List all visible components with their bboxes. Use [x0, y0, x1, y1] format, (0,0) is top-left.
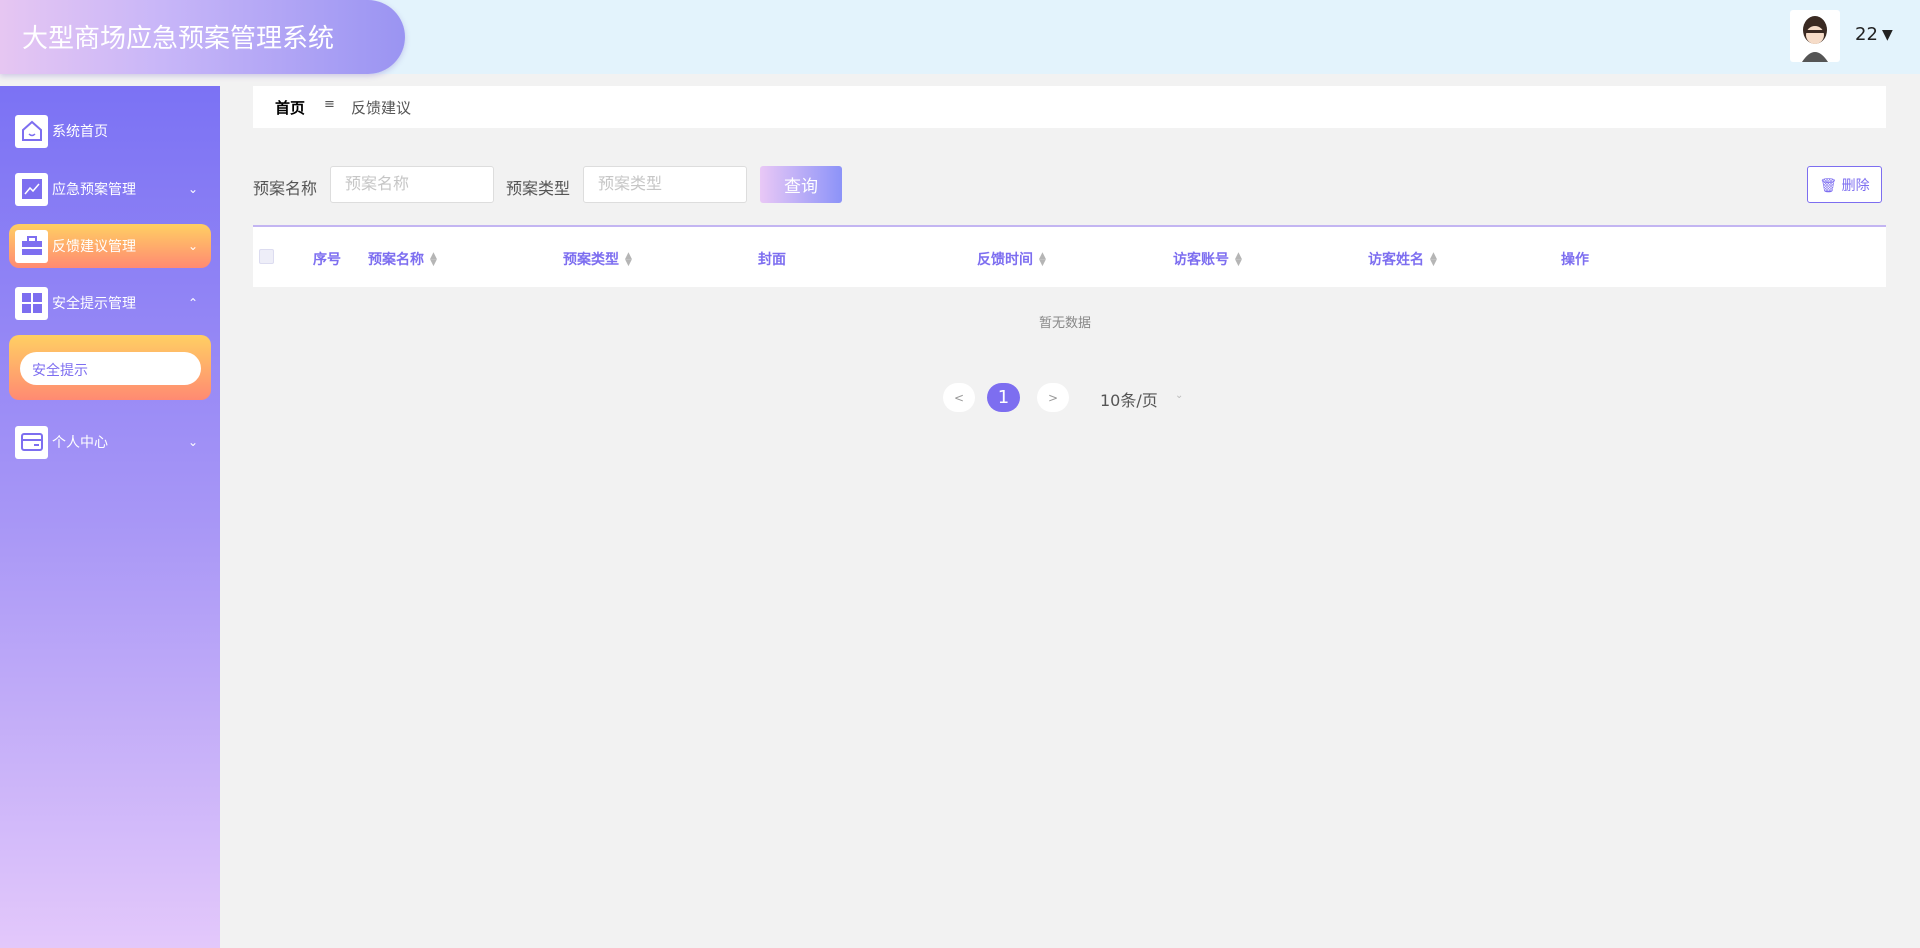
page-1-button[interactable]: 1 — [987, 383, 1020, 412]
select-all-checkbox[interactable] — [259, 249, 274, 264]
column-header-visitor-name[interactable]: 访客姓名▲▼ — [1368, 249, 1437, 269]
chart-icon — [15, 173, 48, 206]
feedback-table: 序号 预案名称▲▼ 预案类型▲▼ 封面 反馈时间▲▼ 访客账号▲▼ 访客姓名▲▼… — [253, 225, 1886, 287]
delete-button[interactable]: 🗑 删除 — [1807, 166, 1882, 203]
card-icon — [15, 426, 48, 459]
column-header-plan-type[interactable]: 预案类型▲▼ — [563, 249, 632, 269]
submenu-item-safety-tip[interactable]: 安全提示 — [20, 352, 201, 385]
sidebar-item-label: 安全提示管理 — [52, 293, 136, 313]
home-icon — [15, 115, 48, 148]
breadcrumb-separator-icon: ≡ — [324, 97, 335, 112]
plan-type-input[interactable] — [583, 166, 747, 203]
plan-name-input[interactable] — [330, 166, 494, 203]
plan-type-label: 预案类型 — [506, 175, 570, 199]
query-button[interactable]: 查询 — [760, 166, 842, 203]
column-header-cover: 封面 — [758, 249, 786, 269]
caret-down-icon[interactable]: ▼ — [1882, 27, 1893, 43]
chevron-down-icon: ⌄ — [188, 182, 198, 196]
sidebar-item-emergency-plans[interactable]: 应急预案管理 ⌄ — [0, 167, 220, 211]
sort-icon: ▲▼ — [430, 253, 437, 267]
sidebar-item-home[interactable]: 系统首页 — [0, 109, 220, 153]
sidebar-item-label: 系统首页 — [52, 121, 108, 141]
column-header-visitor-account[interactable]: 访客账号▲▼ — [1173, 249, 1242, 269]
column-header-actions: 操作 — [1561, 249, 1589, 269]
user-avatar[interactable] — [1790, 10, 1840, 62]
chevron-up-icon: ⌃ — [188, 296, 198, 310]
page-size-select[interactable]: 10条/页 — [1100, 387, 1158, 411]
app-title-banner: 大型商场应急预案管理系统 — [0, 0, 405, 74]
sidebar: 系统首页 应急预案管理 ⌄ 反馈建议管理 ⌄ 安全提示管理 ⌃ 安全提示 个人中… — [0, 86, 220, 948]
breadcrumb-current: 反馈建议 — [351, 97, 411, 118]
sidebar-item-safety-tips[interactable]: 安全提示管理 ⌃ — [0, 281, 220, 325]
empty-state-text: 暂无数据 — [1039, 312, 1091, 331]
submenu: 安全提示 — [9, 335, 211, 400]
sort-icon: ▲▼ — [625, 253, 632, 267]
grid-icon — [15, 287, 48, 320]
sidebar-item-feedback[interactable]: 反馈建议管理 ⌄ — [9, 224, 211, 268]
breadcrumb: 首页 ≡ 反馈建议 — [253, 86, 1886, 128]
plan-name-label: 预案名称 — [253, 175, 317, 199]
chevron-down-icon: ⌄ — [188, 239, 198, 253]
sidebar-item-profile[interactable]: 个人中心 ⌄ — [0, 420, 220, 464]
column-header-feedback-time[interactable]: 反馈时间▲▼ — [977, 249, 1046, 269]
next-page-button[interactable]: > — [1037, 383, 1069, 412]
chevron-down-icon[interactable]: ⌄ — [1175, 390, 1183, 401]
column-header-plan-name[interactable]: 预案名称▲▼ — [368, 249, 437, 269]
sort-icon: ▲▼ — [1235, 253, 1242, 267]
top-header: 大型商场应急预案管理系统 22 ▼ — [0, 0, 1920, 74]
sidebar-item-label: 反馈建议管理 — [52, 236, 136, 256]
username[interactable]: 22 — [1855, 24, 1878, 45]
app-title: 大型商场应急预案管理系统 — [22, 18, 334, 55]
delete-label: 删除 — [1842, 178, 1870, 194]
briefcase-icon — [15, 230, 48, 263]
sidebar-item-label: 个人中心 — [52, 432, 108, 452]
trash-icon: 🗑 — [1819, 178, 1837, 194]
prev-page-button[interactable]: < — [943, 383, 975, 412]
sidebar-item-label: 应急预案管理 — [52, 179, 136, 199]
breadcrumb-home[interactable]: 首页 — [275, 97, 305, 118]
sort-icon: ▲▼ — [1430, 253, 1437, 267]
column-header-index: 序号 — [313, 249, 341, 269]
sort-icon: ▲▼ — [1039, 253, 1046, 267]
chevron-down-icon: ⌄ — [188, 435, 198, 449]
